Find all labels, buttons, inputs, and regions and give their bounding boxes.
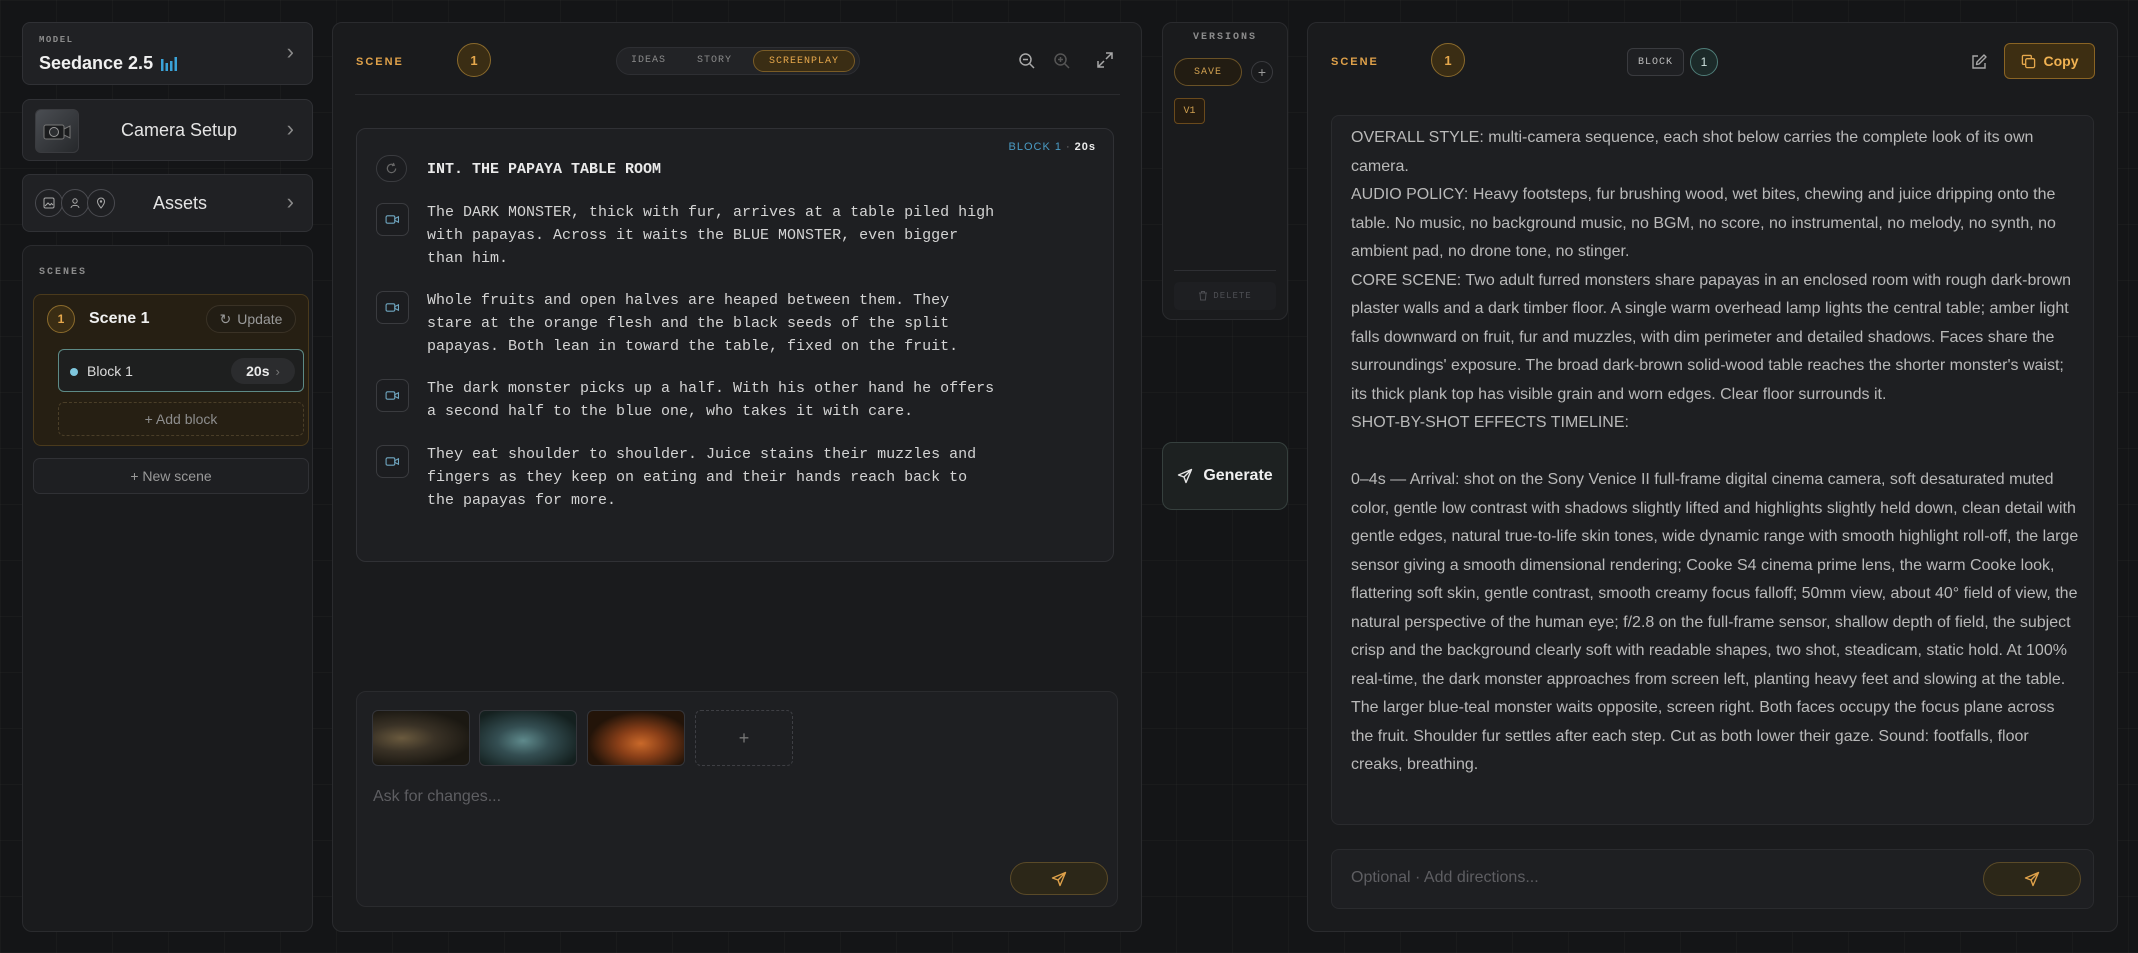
update-button[interactable]: ↻ Update: [206, 305, 296, 333]
image-icon: [35, 189, 63, 217]
scene-title: Scene 1: [89, 310, 150, 327]
send-button[interactable]: [1010, 862, 1108, 895]
directions-send-button[interactable]: [1983, 862, 2081, 896]
zoom-out-icon[interactable]: [1016, 50, 1038, 72]
camera-thumbnail: [35, 109, 79, 153]
camera-icon: [43, 124, 71, 140]
version-item-v1[interactable]: V1: [1174, 98, 1205, 124]
video-camera-icon: [385, 215, 400, 224]
output-panel: SCENE 1 BLOCK 1 Copy OVERALL STYLE: mult…: [1307, 22, 2118, 932]
scenes-panel: SCENES 1 Scene 1 ↻ Update Block 1 20s › …: [22, 245, 313, 932]
assets-button[interactable]: Assets ›: [22, 174, 313, 232]
screenplay-paragraph: They eat shoulder to shoulder. Juice sta…: [427, 446, 977, 509]
prompt-paragraph: 0–4s — Arrival: shot on the Sony Venice …: [1351, 471, 2083, 773]
prompt-paragraph: AUDIO POLICY: Heavy footsteps, fur brush…: [1351, 186, 2061, 260]
reference-thumbnail-papayas[interactable]: [587, 710, 685, 766]
tab-screenplay[interactable]: SCREENPLAY: [753, 50, 855, 72]
chevron-right-icon: ›: [275, 363, 280, 379]
shot-camera-button[interactable]: [376, 203, 409, 236]
camera-setup-label: Camera Setup: [121, 120, 238, 140]
block-number-badge: 1: [1690, 48, 1719, 76]
chevron-right-icon: ›: [286, 39, 294, 64]
output-scene-number-badge: 1: [1431, 43, 1465, 77]
versions-divider: [1174, 270, 1276, 271]
send-icon: [1178, 468, 1193, 484]
assets-label: Assets: [153, 193, 208, 213]
trash-icon: [1198, 290, 1208, 303]
copy-icon: [2021, 54, 2035, 68]
reference-thumbnail-blue-monster[interactable]: [479, 710, 577, 766]
scene-heading: INT. THE PAPAYA TABLE ROOM: [427, 161, 662, 178]
heading-refresh-button[interactable]: [376, 155, 407, 182]
chat-composer: + Ask for changes...: [356, 691, 1118, 907]
model-selector[interactable]: MODEL Seedance 2.5 ›: [22, 22, 313, 85]
chevron-right-icon: ›: [286, 116, 294, 141]
screenplay-panel: SCENE 1 IDEAS STORY SCREENPLAY BLOCK 1 ·…: [332, 22, 1142, 932]
prompt-paragraph: OVERALL STYLE: multi-camera sequence, ea…: [1351, 129, 2038, 175]
prompt-paragraph: SHOT-BY-SHOT EFFECTS TIMELINE:: [1351, 414, 1629, 431]
prompt-output[interactable]: OVERALL STYLE: multi-camera sequence, ea…: [1331, 115, 2094, 825]
screenplay-paragraph: The dark monster picks up a half. With h…: [427, 380, 995, 420]
block-tag: BLOCK 1 · 20s: [1008, 141, 1096, 153]
person-icon: [61, 189, 89, 217]
add-reference-button[interactable]: +: [695, 710, 793, 766]
save-version-button[interactable]: SAVE: [1174, 58, 1242, 86]
block-item[interactable]: Block 1 20s ›: [58, 349, 304, 392]
shot-camera-button[interactable]: [376, 291, 409, 324]
versions-panel: VERSIONS SAVE + V1 DELETE: [1162, 22, 1288, 320]
expand-icon[interactable]: [1094, 49, 1116, 71]
video-camera-icon: [385, 303, 400, 312]
model-name: Seedance 2.5: [39, 53, 178, 74]
reference-thumbnail-dark-monster[interactable]: [372, 710, 470, 766]
block-label: Block 1: [87, 363, 133, 379]
screenplay-paragraph: The DARK MONSTER, thick with fur, arrive…: [427, 204, 995, 267]
camera-setup-button[interactable]: Camera Setup ›: [22, 99, 313, 161]
delete-version-button[interactable]: DELETE: [1174, 282, 1276, 310]
zoom-in-icon[interactable]: [1051, 50, 1073, 72]
send-icon: [1051, 871, 1067, 886]
copy-button[interactable]: Copy: [2004, 43, 2095, 79]
tab-ideas[interactable]: IDEAS: [631, 55, 666, 66]
chevron-right-icon: ›: [286, 189, 294, 214]
versions-heading: VERSIONS: [1192, 32, 1257, 43]
video-camera-icon: [385, 391, 400, 400]
output-scene-label: SCENE: [1331, 56, 1379, 68]
tab-story[interactable]: STORY: [697, 55, 732, 66]
directions-composer: Optional · Add directions...: [1331, 849, 2094, 909]
edit-icon[interactable]: [1968, 51, 1990, 73]
view-tabs: IDEAS STORY SCREENPLAY: [616, 47, 860, 75]
shot-camera-button[interactable]: [376, 379, 409, 412]
model-label: MODEL: [39, 35, 74, 45]
prompt-paragraph: [1351, 438, 2079, 467]
output-block-indicator: BLOCK 1: [1627, 48, 1719, 76]
video-camera-icon: [385, 457, 400, 466]
prompt-paragraph: CORE SCENE: Two adult furred monsters sh…: [1351, 271, 2076, 403]
block-duration-pill: 20s ›: [231, 358, 295, 384]
add-version-button[interactable]: +: [1251, 61, 1273, 83]
block-dot: [70, 368, 78, 376]
refresh-icon: [386, 162, 397, 174]
chat-input[interactable]: Ask for changes...: [373, 788, 1093, 806]
send-icon: [2024, 871, 2040, 887]
screenplay-block[interactable]: BLOCK 1 · 20s INT. THE PAPAYA TABLE ROOM…: [356, 128, 1114, 562]
scenes-heading: SCENES: [39, 267, 88, 278]
shot-camera-button[interactable]: [376, 445, 409, 478]
refresh-icon: ↻: [219, 310, 232, 327]
scene-card[interactable]: 1 Scene 1 ↻ Update Block 1 20s › + Add b…: [33, 294, 309, 446]
directions-input[interactable]: Optional · Add directions...: [1351, 869, 1951, 887]
add-block-button[interactable]: + Add block: [58, 402, 304, 436]
scene-number-badge: 1: [47, 305, 75, 333]
header-divider: [355, 94, 1120, 95]
new-scene-button[interactable]: + New scene: [33, 458, 309, 494]
scene-number-badge: 1: [457, 43, 491, 77]
generate-button[interactable]: Generate: [1162, 442, 1288, 510]
location-pin-icon: [87, 189, 115, 217]
bars-icon: [161, 56, 178, 71]
asset-icons: [35, 189, 115, 217]
scene-label: SCENE: [356, 56, 404, 68]
prompt-text: OVERALL STYLE: multi-camera sequence, ea…: [1351, 124, 2079, 780]
screenplay-paragraph: Whole fruits and open halves are heaped …: [427, 292, 959, 355]
